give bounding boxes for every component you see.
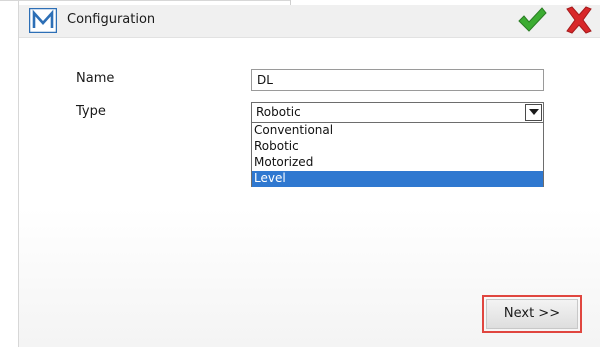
cancel-button[interactable] [563, 6, 595, 34]
ok-button[interactable] [517, 6, 547, 34]
type-select-value: Robotic [256, 105, 301, 119]
checkmark-icon [518, 7, 547, 32]
name-input[interactable] [251, 69, 544, 91]
name-label: Name [76, 71, 115, 86]
configuration-screen: Configuration Name Type Robotic Conventi… [0, 0, 600, 347]
type-option-motorized[interactable]: Motorized [252, 155, 543, 171]
type-option-conventional[interactable]: Conventional [252, 123, 543, 139]
next-button[interactable]: Next >> [486, 299, 578, 329]
window-frame-top [0, 0, 290, 1]
type-label: Type [76, 104, 106, 119]
window-title: Configuration [67, 12, 156, 27]
type-dropdown-list: Conventional Robotic Motorized Level [251, 122, 544, 187]
title-bar: Configuration [19, 5, 600, 38]
close-icon [566, 6, 592, 34]
type-select[interactable]: Robotic [251, 102, 544, 123]
dropdown-arrow-button[interactable] [525, 104, 542, 121]
m-logo-icon [28, 7, 58, 34]
type-option-level[interactable]: Level [252, 171, 543, 187]
chevron-down-icon [529, 109, 539, 115]
type-option-robotic[interactable]: Robotic [252, 139, 543, 155]
